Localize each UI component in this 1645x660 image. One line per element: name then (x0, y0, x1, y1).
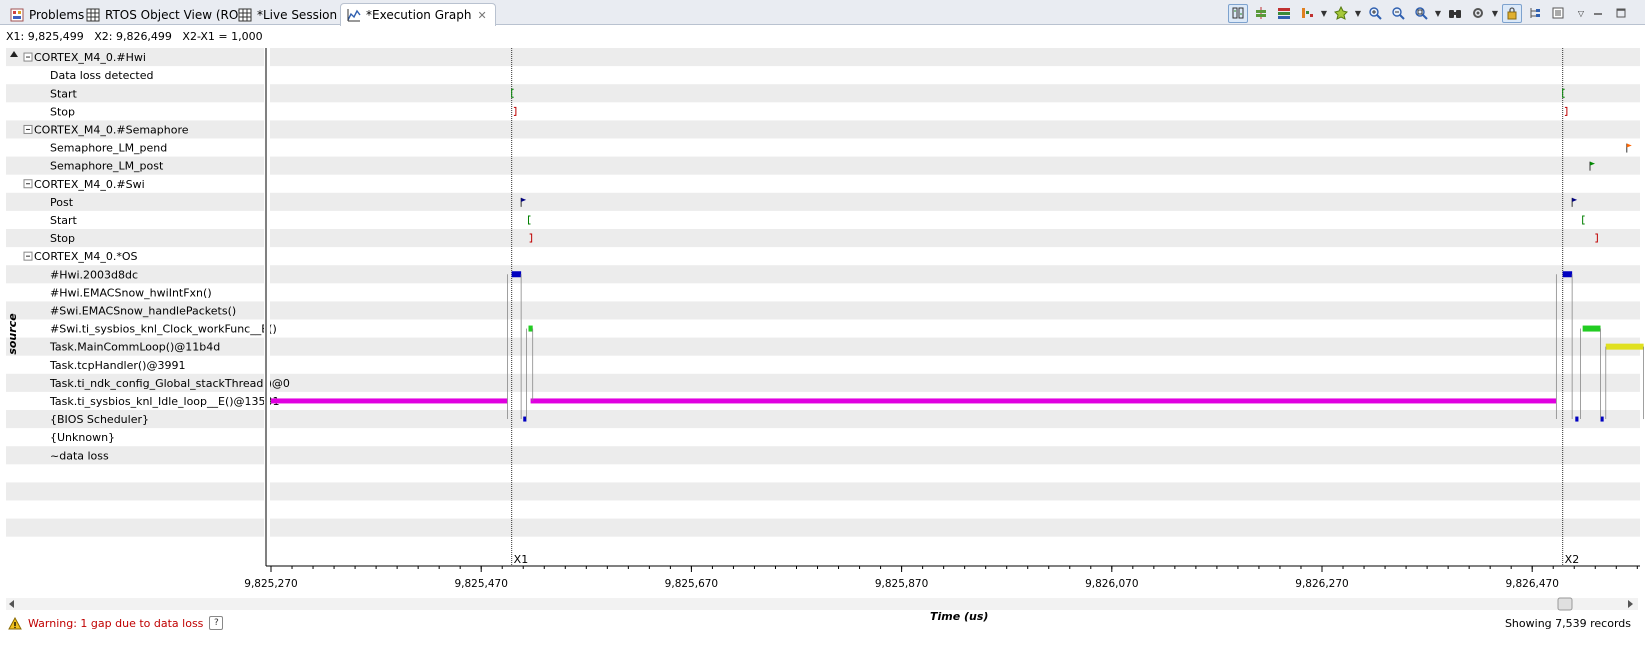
execution-bar[interactable] (1582, 325, 1601, 332)
status-bar: Warning: 1 gap due to data loss ? Showin… (0, 612, 1645, 634)
row-label: #Hwi.2003d8dc (50, 268, 138, 281)
row-group-label: CORTEX_M4_0.#Swi (34, 178, 145, 191)
row-label: ~data loss (50, 449, 109, 462)
row-label: Semaphore_LM_pend (50, 142, 167, 155)
stop-event-mark (1564, 106, 1568, 116)
row-label: #Swi.EMACSnow_handlePackets() (50, 304, 236, 317)
row-band (6, 301, 1640, 320)
horizontal-scrollbar[interactable] (6, 596, 1638, 612)
collapse-toggle-icon[interactable] (23, 179, 33, 189)
stop-event-mark (513, 106, 517, 116)
row-label: Task.ti_sysbios_knl_Idle_loop__E()@13531 (49, 395, 280, 408)
row-band (6, 446, 1640, 465)
row-band (6, 410, 1640, 429)
row-label: Post (50, 196, 74, 209)
row-label: Task.ti_ndk_config_Global_stackThread()@… (49, 377, 290, 390)
warning-icon (8, 616, 22, 629)
execution-bar[interactable] (1605, 343, 1644, 350)
start-event-mark (1582, 215, 1585, 225)
cursor-marker-label: X1 (514, 553, 529, 566)
collapse-toggle-icon[interactable] (23, 52, 33, 62)
execution-bar[interactable] (1575, 416, 1579, 422)
tick-label: 9,825,870 (875, 578, 928, 590)
row-label: Start (50, 214, 78, 227)
flag-event-mark (1626, 143, 1632, 148)
row-label: Task.tcpHandler()@3991 (49, 359, 185, 372)
row-band (6, 84, 1640, 103)
record-count: Showing 7,539 records (1504, 616, 1631, 630)
row-label: #Swi.ti_sysbios_knl_Clock_workFunc__E() (50, 323, 277, 336)
execution-bar[interactable] (1562, 271, 1573, 278)
row-label: Start (50, 87, 78, 100)
collapse-toggle-icon[interactable] (23, 251, 33, 261)
collapse-toggle-icon[interactable] (23, 124, 33, 134)
row-label: Stop (50, 105, 75, 118)
scrollbar-thumb[interactable] (1557, 597, 1573, 611)
row-label: {Unknown} (50, 431, 115, 444)
execution-bar[interactable] (530, 398, 1557, 404)
execution-bar[interactable] (528, 325, 533, 332)
row-group-label: CORTEX_M4_0.*OS (34, 250, 138, 263)
cursor-marker-label: X2 (1565, 553, 1580, 566)
tick-label: 9,825,470 (454, 578, 507, 590)
row-label: Semaphore_LM_post (50, 160, 164, 173)
execution-bar[interactable] (1600, 416, 1604, 422)
row-band (6, 120, 1640, 139)
row-label: #Hwi.EMACSnow_hwiIntFxn() (50, 286, 212, 299)
row-band (6, 192, 1640, 211)
row-band (6, 156, 1640, 175)
row-label: Task.MainCommLoop()@11b4d (49, 341, 220, 354)
execution-graph[interactable]: CORTEX_M4_0.#Hwi Data loss detected Start S… (0, 0, 1645, 596)
row-band (6, 48, 1640, 67)
row-band (6, 518, 1640, 537)
help-button[interactable]: ? (209, 616, 224, 630)
warning-text: Warning: 1 gap due to data loss (28, 616, 204, 630)
tick-label: 9,826,070 (1085, 578, 1138, 590)
row-band (6, 337, 1640, 356)
row-label: Stop (50, 232, 75, 245)
y-axis-title: source (6, 313, 19, 355)
row-label: {BIOS Scheduler} (50, 413, 149, 426)
tick-label: 9,826,470 (1505, 578, 1558, 590)
execution-bar[interactable] (523, 416, 527, 422)
row-band (6, 229, 1640, 248)
execution-bar[interactable] (271, 398, 508, 404)
tick-label: 9,825,270 (244, 578, 297, 590)
execution-bar[interactable] (511, 271, 522, 278)
label-clip (264, 48, 270, 566)
data-loss-warning: Warning: 1 gap due to data loss ? (8, 616, 224, 630)
row-group-label: CORTEX_M4_0.#Hwi (34, 51, 146, 64)
tick-label: 9,825,670 (665, 578, 718, 590)
row-label: Data loss detected (50, 69, 153, 82)
start-event-mark (527, 215, 531, 225)
row-band (6, 482, 1640, 501)
row-group-label: CORTEX_M4_0.#Semaphore (34, 123, 189, 136)
tick-label: 9,826,270 (1295, 578, 1348, 590)
row-band (6, 265, 1640, 284)
